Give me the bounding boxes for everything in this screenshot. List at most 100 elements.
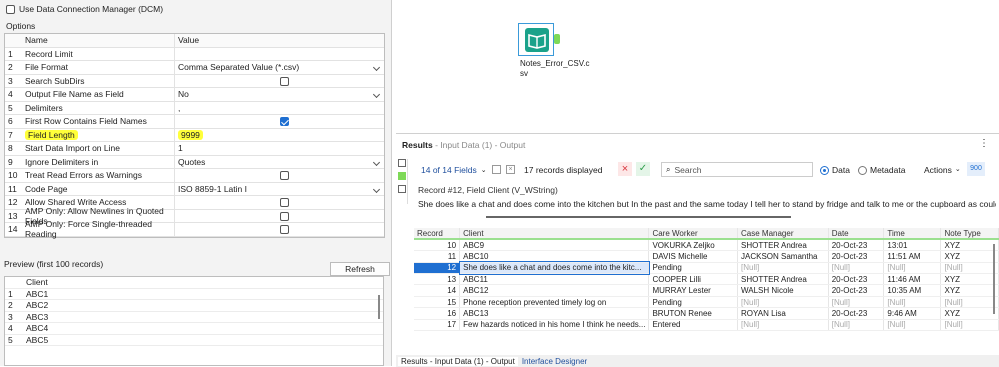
table-cell[interactable]: ABC10 [459, 250, 650, 263]
list-icon[interactable] [398, 159, 406, 167]
column-header[interactable]: Record [414, 228, 461, 240]
workflow-canvas[interactable]: Notes_Error_CSV.c sv [396, 0, 999, 133]
table-cell[interactable]: 13 [414, 273, 461, 286]
chevron-down-icon[interactable] [372, 158, 381, 166]
table-icon[interactable] [398, 185, 406, 193]
error-filter-icon[interactable]: × [618, 162, 632, 176]
table-cell[interactable]: 13:01 [883, 239, 942, 252]
option-value[interactable]: ISO 8859-1 Latin I [175, 183, 384, 196]
option-checkbox[interactable] [280, 211, 289, 221]
option-checkbox[interactable] [280, 76, 289, 86]
ok-filter-icon[interactable]: ✓ [636, 162, 650, 176]
table-cell[interactable]: 14 [414, 284, 461, 297]
actions-menu[interactable]: Actions ⌄ [924, 165, 961, 175]
table-row[interactable]: 10 ABC9 VOKURKA Zeljko SHOTTER Andrea 20-Oct… [414, 239, 999, 252]
table-cell[interactable]: 11:51 AM [883, 250, 942, 263]
option-row[interactable]: 3 Search SubDirs [5, 74, 384, 88]
table-cell[interactable]: 17 [414, 319, 461, 332]
table-cell[interactable]: XYZ [940, 273, 999, 286]
chevron-down-icon[interactable] [372, 185, 381, 193]
table-row[interactable]: 11 ABC10 DAVIS Michelle JACKSON Samantha 20-… [414, 250, 999, 263]
table-row[interactable]: 17 Few hazards noticed in his home I thin… [414, 319, 999, 332]
table-cell[interactable]: [Null] [737, 319, 829, 332]
table-cell[interactable]: ABC9 [459, 239, 650, 252]
column-header[interactable]: Note Type [940, 228, 999, 240]
table-cell[interactable]: 20-Oct-23 [828, 307, 885, 320]
zoom-button[interactable]: 900 [967, 162, 985, 176]
table-cell[interactable]: Pending [648, 262, 739, 275]
table-cell[interactable]: XYZ [940, 239, 999, 252]
table-row[interactable]: 12 She does like a chat and does come int… [414, 261, 999, 275]
anchor-icon[interactable] [398, 172, 406, 180]
table-cell[interactable]: [Null] [883, 296, 942, 309]
option-value[interactable]: Quotes [175, 156, 384, 169]
table-cell[interactable]: 10:35 AM [883, 284, 942, 297]
table-cell[interactable]: 16 [414, 307, 461, 320]
table-cell[interactable]: 12 [414, 262, 461, 275]
option-row[interactable]: 2 File Format Comma Separated Value (*.csv… [5, 61, 384, 75]
option-row[interactable]: 14 AMP Only: Force Single-threaded Readin… [5, 219, 384, 239]
metadata-radio[interactable]: Metadata [858, 165, 905, 175]
record-scrollbar[interactable] [486, 216, 791, 218]
table-cell[interactable]: DAVIS Michelle [648, 250, 739, 263]
table-cell[interactable]: Pending [648, 296, 739, 309]
option-value[interactable]: No [175, 88, 384, 101]
output-anchor[interactable] [554, 34, 560, 44]
table-cell[interactable]: COOPER Lilli [648, 273, 739, 286]
preview-scrollbar[interactable] [378, 295, 380, 319]
column-header[interactable]: Time [883, 228, 942, 240]
table-cell[interactable]: Entered [648, 319, 739, 332]
column-header[interactable]: Client [459, 228, 650, 240]
option-checkbox[interactable] [280, 198, 289, 207]
option-value[interactable] [175, 169, 384, 182]
option-checkbox[interactable] [280, 171, 289, 180]
option-value[interactable] [175, 75, 384, 88]
option-value[interactable] [175, 210, 384, 223]
table-cell[interactable]: 20-Oct-23 [828, 239, 885, 252]
table-cell[interactable]: [Null] [940, 319, 999, 332]
table-cell[interactable]: VOKURKA Zeljko [648, 239, 739, 252]
option-checkbox[interactable] [280, 225, 289, 234]
table-cell[interactable]: Few hazards noticed in his home I think … [459, 319, 650, 332]
sort-icon[interactable] [492, 165, 501, 174]
table-cell[interactable]: [Null] [828, 296, 885, 309]
table-cell[interactable]: [Null] [883, 262, 942, 275]
data-radio[interactable]: Data [820, 165, 850, 175]
table-cell[interactable]: 20-Oct-23 [828, 250, 885, 263]
table-cell[interactable]: 10 [414, 239, 461, 252]
table-cell[interactable]: ABC13 [459, 307, 650, 320]
option-row[interactable]: 9 Ignore Delimiters in Quotes [5, 155, 384, 169]
column-header[interactable]: Care Worker [648, 228, 739, 240]
option-row[interactable]: 4 Output File Name as Field No [5, 88, 384, 102]
option-value[interactable]: Comma Separated Value (*.csv) [175, 61, 384, 74]
table-row[interactable]: 14 ABC12 MURRAY Lester WALSH Nicole 20-Oct-2… [414, 284, 999, 297]
option-value[interactable] [175, 48, 384, 61]
table-cell[interactable]: JACKSON Samantha [737, 250, 829, 263]
table-cell[interactable]: She does like a chat and does come into … [458, 261, 650, 275]
table-row[interactable]: 15 Phone reception prevented timely log o… [414, 296, 999, 309]
fields-select[interactable]: 14 of 14 Fields ⌄ [421, 165, 487, 175]
table-cell[interactable]: [Null] [737, 262, 829, 275]
table-cell[interactable]: ROYAN Lisa [737, 307, 829, 320]
tab-results[interactable]: Results - Input Data (1) - Output [398, 356, 518, 366]
table-cell[interactable]: XYZ [940, 307, 999, 320]
option-row[interactable]: 1 Record Limit [5, 47, 384, 61]
table-cell[interactable]: [Null] [940, 296, 999, 309]
option-value[interactable]: , [175, 102, 384, 115]
option-row[interactable]: 6 First Row Contains Field Names [5, 115, 384, 129]
option-row[interactable]: 7 Field Length 9999 [5, 128, 384, 142]
table-cell[interactable]: Phone reception prevented timely log on [459, 296, 650, 309]
option-value[interactable] [175, 223, 384, 236]
table-cell[interactable]: ABC12 [459, 284, 650, 297]
table-cell[interactable]: 20-Oct-23 [828, 284, 885, 297]
table-row[interactable]: 13 ABC11 COOPER Lilli SHOTTER Andrea 20-Oct-… [414, 273, 999, 286]
table-cell[interactable]: [Null] [828, 262, 885, 275]
search-input[interactable]: ⌕ Search [661, 162, 813, 177]
option-row[interactable]: 5 Delimiters, [5, 101, 384, 115]
table-cell[interactable]: SHOTTER Andrea [737, 273, 829, 286]
table-cell[interactable]: MURRAY Lester [648, 284, 739, 297]
option-row[interactable]: 11 Code Page ISO 8859-1 Latin I [5, 182, 384, 196]
input-data-tool[interactable] [518, 23, 554, 56]
more-icon[interactable]: ⋮ [979, 138, 989, 149]
table-cell[interactable]: XYZ [940, 284, 999, 297]
